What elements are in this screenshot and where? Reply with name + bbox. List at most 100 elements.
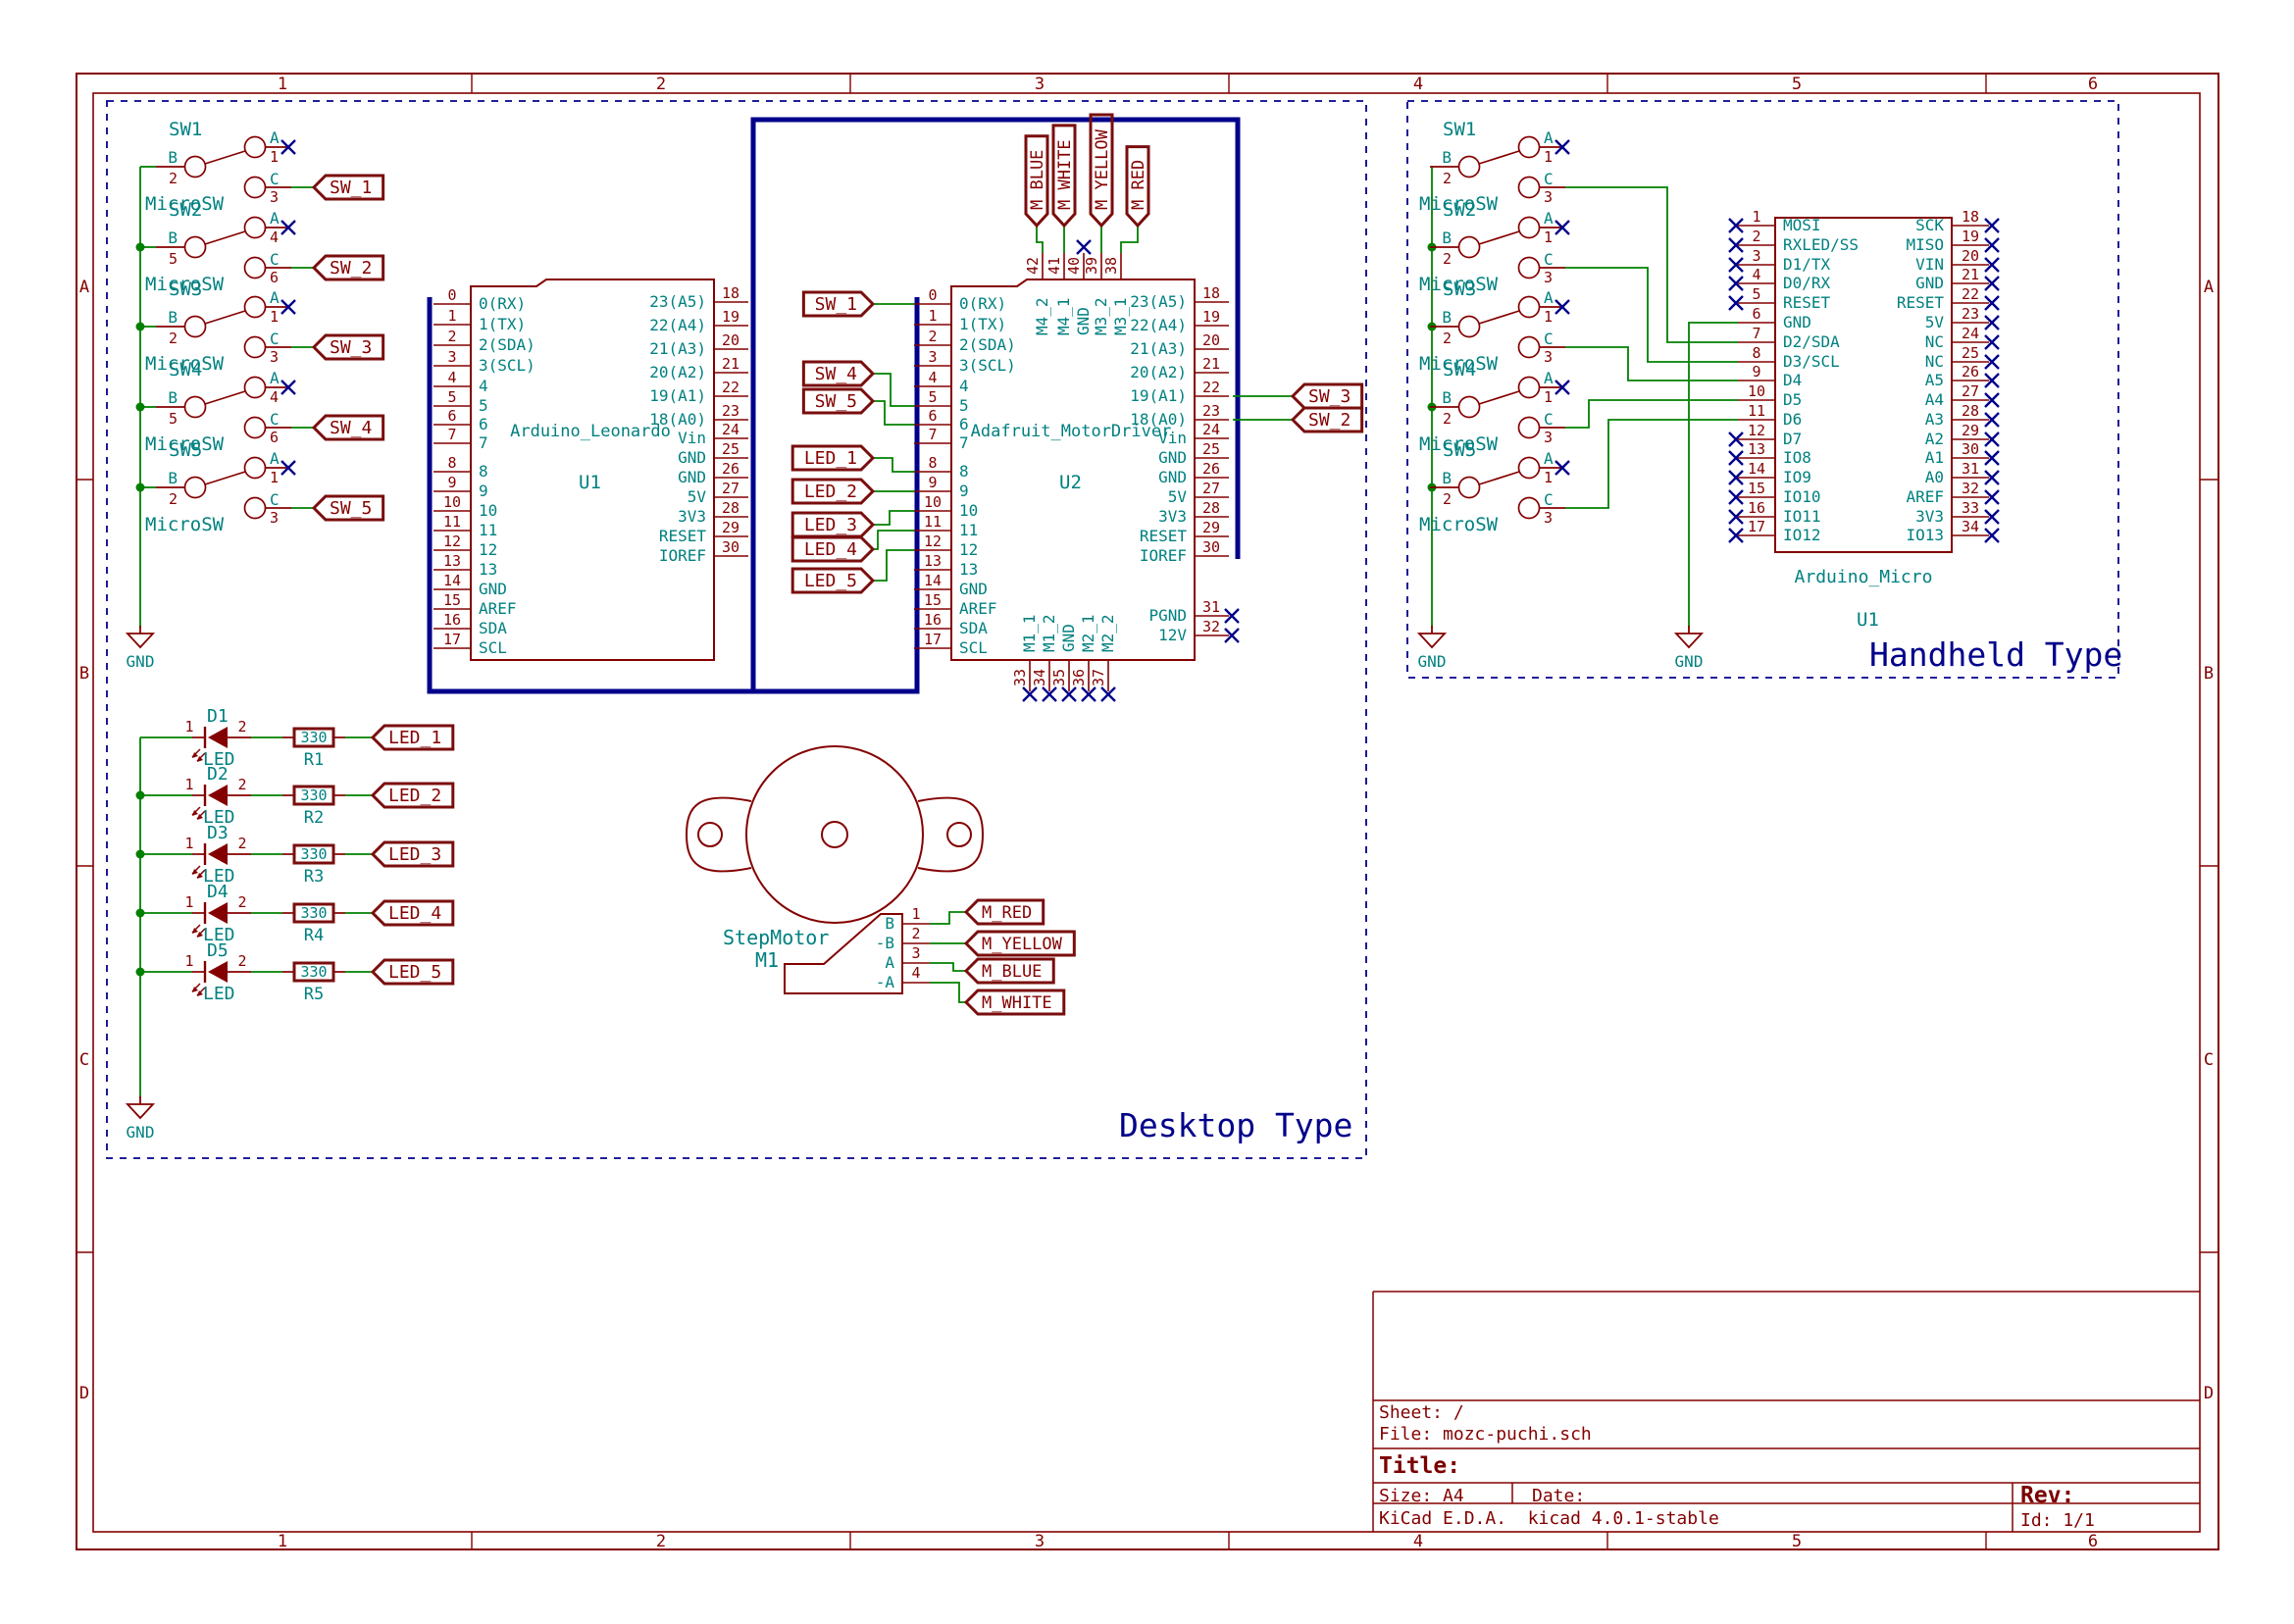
text: 33 — [1962, 499, 1979, 517]
net-label-sw_1[interactable]: SW_1 — [803, 292, 873, 316]
component-sw1-switch[interactable]: B2A1C3SW1MicroSW — [145, 119, 295, 215]
text: -B — [876, 934, 894, 952]
text: 12 — [443, 533, 461, 550]
net-label-m_blue[interactable]: M_BLUE — [966, 959, 1053, 983]
net-label-sw_5[interactable]: SW_5 — [803, 389, 873, 413]
motor-wires[interactable] — [930, 912, 966, 1002]
text: 1 — [184, 718, 193, 736]
text: NC — [1925, 332, 1944, 351]
text: 39 — [1083, 257, 1100, 275]
component-r3-resistor[interactable]: 330R3 — [282, 845, 345, 887]
net-label-led_1[interactable]: LED_1 — [373, 726, 453, 749]
text: 1 — [278, 1532, 287, 1551]
text: 3 — [270, 188, 279, 206]
schematic-canvas[interactable]: 112233445566AABBCCDDGNDB2A1C3SW1MicroSWS… — [0, 0, 2294, 1624]
net-label-m_blue[interactable]: M_BLUE — [1026, 136, 1047, 226]
text: 6 — [270, 429, 279, 446]
component-d1-led[interactable]: 12D1LED — [184, 706, 251, 770]
text: 4 — [1413, 75, 1423, 94]
wire[interactable] — [1689, 323, 1738, 628]
text: 4 — [270, 228, 279, 246]
component-r2-resistor[interactable]: 330R2 — [282, 787, 345, 828]
text: 20 — [722, 331, 739, 349]
gnd-symbol[interactable]: GND — [127, 1096, 155, 1142]
text: 22(A4) — [1130, 316, 1187, 334]
component-d3-led[interactable]: 12D3LED — [184, 823, 251, 887]
component-u2-adafruit_motordriver[interactable]: 00(RX)11(TX)22(SDA)33(SCL)44556677889910… — [914, 240, 1239, 701]
wire[interactable] — [873, 458, 914, 472]
net-label-led_2[interactable]: LED_2 — [792, 480, 873, 503]
text: 2 — [911, 925, 920, 942]
net-label-sw_3[interactable]: SW_3 — [1293, 384, 1362, 408]
wire[interactable] — [930, 963, 966, 971]
wire[interactable] — [1121, 226, 1138, 253]
gnd-symbol[interactable]: GND — [127, 626, 155, 671]
wire[interactable] — [1565, 187, 1738, 342]
text: 3 — [270, 348, 279, 366]
net-label-m_red[interactable]: M_RED — [966, 900, 1044, 924]
net-label-m_white[interactable]: M_WHITE — [966, 990, 1064, 1014]
wire[interactable] — [1565, 347, 1738, 381]
net-label-led_5[interactable]: LED_5 — [373, 960, 453, 984]
text: 2 — [237, 718, 246, 736]
component-r5-resistor[interactable]: 330R5 — [282, 963, 345, 1004]
net-label-led_1[interactable]: LED_1 — [792, 446, 873, 470]
text: NC — [1925, 352, 1944, 371]
component-r1-resistor[interactable]: 330R1 — [282, 729, 345, 770]
wire[interactable] — [930, 912, 966, 924]
wire[interactable] — [1565, 420, 1738, 508]
text: 12 — [959, 540, 978, 559]
wire[interactable] — [873, 531, 914, 549]
net-label-led_5[interactable]: LED_5 — [792, 569, 873, 592]
text: 15 — [1748, 480, 1765, 497]
net-label-led_3[interactable]: LED_3 — [373, 842, 453, 866]
gnd-symbol[interactable]: GND — [1675, 626, 1704, 671]
net-label-led_4[interactable]: LED_4 — [373, 901, 453, 925]
text: 6 — [447, 407, 456, 425]
text: 25 — [1202, 440, 1220, 458]
text: 3 — [1544, 348, 1553, 366]
wire[interactable] — [1565, 400, 1738, 428]
text: 330 — [300, 729, 327, 746]
net-label-led_4[interactable]: LED_4 — [792, 537, 873, 561]
text: 25 — [722, 440, 739, 458]
component-d5-led[interactable]: 12D5LED — [184, 940, 251, 1004]
component-u1-arduino-micro[interactable]: 1MOSI2RXLED/SS3D1/TX4D0/RX5RESET6GND7D2/… — [1729, 208, 1999, 631]
component-d2-led[interactable]: 12D2LED — [184, 764, 251, 828]
motor-driver-top-wires[interactable] — [1037, 226, 1138, 253]
text: SW3 — [169, 279, 202, 300]
net-label-m_red[interactable]: M_RED — [1127, 147, 1148, 226]
text: 10 — [443, 493, 461, 511]
text: 2(SDA) — [479, 335, 535, 354]
net-label-led_3[interactable]: LED_3 — [792, 513, 873, 536]
wire[interactable] — [873, 401, 914, 425]
net-label-m_yellow[interactable]: M_YELLOW — [966, 932, 1074, 955]
component-r4-resistor[interactable]: 330R4 — [282, 904, 345, 945]
wire[interactable] — [873, 511, 914, 525]
wire[interactable] — [1037, 226, 1043, 253]
net-label-sw_4[interactable]: SW_4 — [314, 416, 383, 439]
net-label-sw_4[interactable]: SW_4 — [803, 362, 873, 385]
net-label-sw_2[interactable]: SW_2 — [314, 256, 383, 279]
text: SDA — [959, 619, 988, 637]
text: 19(A1) — [649, 386, 706, 405]
gnd-symbol[interactable]: GND — [1418, 626, 1447, 671]
wire[interactable] — [873, 550, 914, 581]
net-label-m_yellow[interactable]: M_YELLOW — [1091, 115, 1112, 226]
text: IO13 — [1906, 526, 1944, 544]
led-wires[interactable] — [136, 737, 374, 1098]
net-label-sw_5[interactable]: SW_5 — [314, 496, 383, 520]
net-label-sw_2[interactable]: SW_2 — [1293, 408, 1362, 431]
wire[interactable] — [930, 983, 966, 1002]
component-m1-stepmotor[interactable]: B1-B2A3-A4StepMotorM1 — [687, 746, 983, 993]
net-label-m_white[interactable]: M_WHITE — [1053, 126, 1075, 226]
net-label-sw_3[interactable]: SW_3 — [314, 335, 383, 359]
net-label-led_2[interactable]: LED_2 — [373, 784, 453, 807]
component-d4-led[interactable]: 12D4LED — [184, 882, 251, 945]
text: 2(SDA) — [959, 335, 1016, 354]
text: M3_1 — [1111, 297, 1130, 335]
text: 29 — [1202, 519, 1220, 536]
component-u1-arduino_leonardo[interactable]: 00(RX)11(TX)22(SDA)33(SCL)44556677889910… — [433, 279, 748, 660]
component-sw1-switch[interactable]: B2A1C3SW1MicroSW — [1419, 119, 1569, 215]
net-label-sw_1[interactable]: SW_1 — [314, 176, 383, 199]
